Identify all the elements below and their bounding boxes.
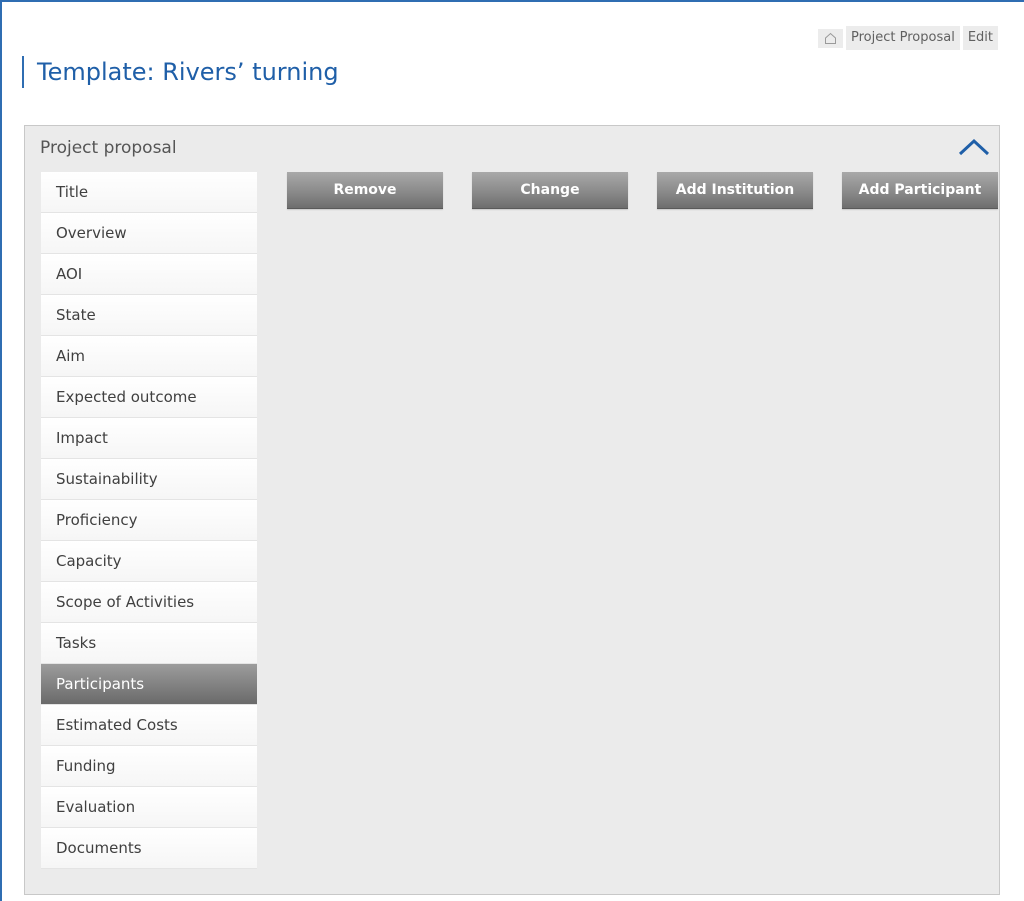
nav-item-overview[interactable]: Overview bbox=[41, 213, 257, 254]
nav-item-proficiency[interactable]: Proficiency bbox=[41, 500, 257, 541]
nav-item-estimated-costs[interactable]: Estimated Costs bbox=[41, 705, 257, 746]
nav-item-documents[interactable]: Documents bbox=[41, 828, 257, 869]
add-institution-button[interactable]: Add Institution bbox=[657, 172, 813, 209]
nav-item-capacity[interactable]: Capacity bbox=[41, 541, 257, 582]
project-proposal-panel: Project proposal Title Overview AOI Stat… bbox=[24, 125, 1000, 895]
breadcrumb-edit[interactable]: Edit bbox=[962, 26, 998, 50]
breadcrumb-home[interactable] bbox=[818, 28, 844, 48]
nav-item-state[interactable]: State bbox=[41, 295, 257, 336]
page-title: Template: Rivers’ turning bbox=[37, 58, 339, 86]
nav-item-aoi[interactable]: AOI bbox=[41, 254, 257, 295]
page: Project Proposal Edit Template: Rivers’ … bbox=[0, 0, 1024, 901]
collapse-button[interactable] bbox=[957, 134, 991, 160]
nav-item-expected-outcome[interactable]: Expected outcome bbox=[41, 377, 257, 418]
add-participant-button[interactable]: Add Participant bbox=[842, 172, 998, 209]
remove-button[interactable]: Remove bbox=[287, 172, 443, 209]
chevron-up-icon bbox=[958, 138, 990, 156]
nav-item-participants[interactable]: Participants bbox=[41, 664, 257, 705]
breadcrumb-project-proposal[interactable]: Project Proposal bbox=[846, 26, 960, 50]
nav-item-scope-of-activities[interactable]: Scope of Activities bbox=[41, 582, 257, 623]
section-nav: Title Overview AOI State Aim Expected ou… bbox=[41, 172, 257, 869]
action-toolbar: Remove Change Add Institution Add Partic… bbox=[287, 172, 998, 209]
home-icon bbox=[825, 32, 837, 44]
nav-item-aim[interactable]: Aim bbox=[41, 336, 257, 377]
panel-title: Project proposal bbox=[40, 138, 177, 158]
nav-item-impact[interactable]: Impact bbox=[41, 418, 257, 459]
nav-item-funding[interactable]: Funding bbox=[41, 746, 257, 787]
change-button[interactable]: Change bbox=[472, 172, 628, 209]
nav-item-evaluation[interactable]: Evaluation bbox=[41, 787, 257, 828]
nav-item-sustainability[interactable]: Sustainability bbox=[41, 459, 257, 500]
nav-item-title[interactable]: Title bbox=[41, 172, 257, 213]
breadcrumb: Project Proposal Edit bbox=[818, 26, 998, 50]
page-header: Template: Rivers’ turning bbox=[22, 56, 339, 88]
nav-item-tasks[interactable]: Tasks bbox=[41, 623, 257, 664]
